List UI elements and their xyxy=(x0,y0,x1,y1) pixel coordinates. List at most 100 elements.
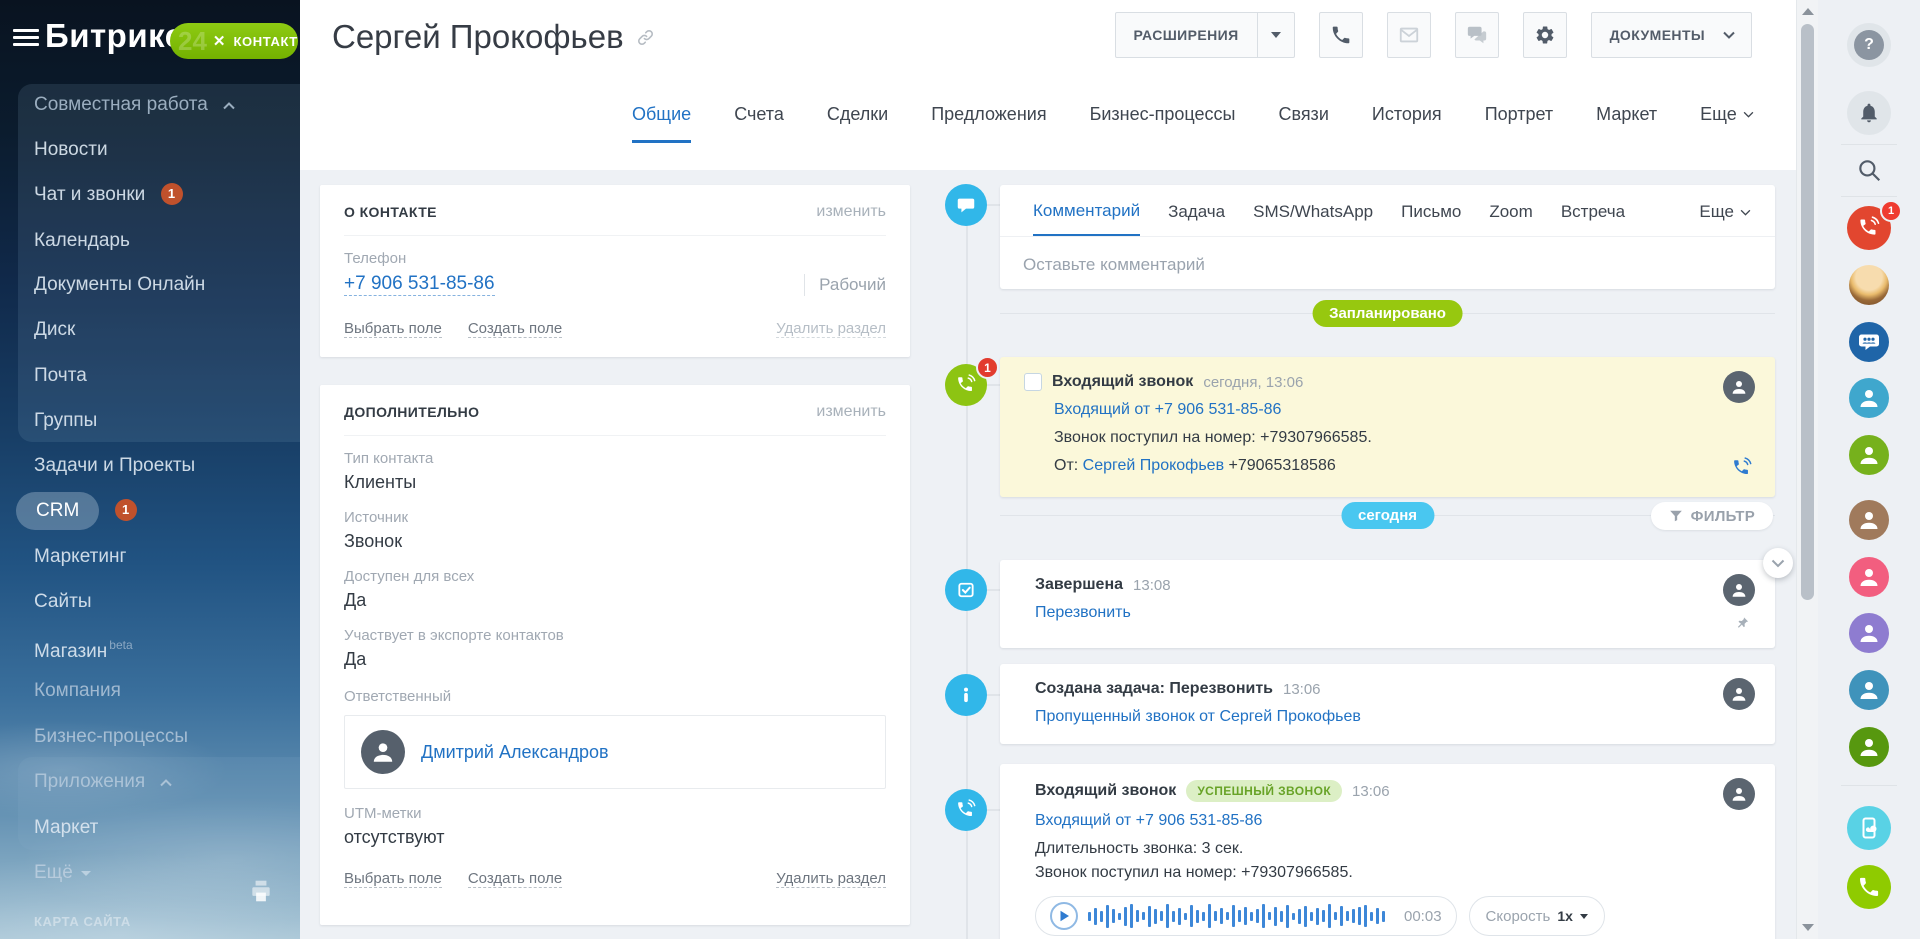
filter-button[interactable]: ФИЛЬТР xyxy=(1651,502,1773,530)
sidebar-group-apps[interactable]: Приложения xyxy=(0,759,300,804)
call-number-line: Звонок поступил на номер: +79307966585. xyxy=(1054,429,1751,447)
sidebar-item-market[interactable]: Маркет xyxy=(0,805,300,850)
user-avatar[interactable] xyxy=(1849,378,1889,418)
user-avatar[interactable] xyxy=(1849,500,1889,540)
responsible-user-link[interactable]: Дмитрий Александров xyxy=(421,742,609,763)
connector-badge[interactable]: 24 ✕ КОНТАКТ xyxy=(170,23,298,59)
create-field-link[interactable]: Создать поле xyxy=(468,870,562,888)
page-scrollbar[interactable] xyxy=(1796,0,1818,939)
contact-phone-link[interactable]: +7 906 531-85-86 xyxy=(344,273,495,296)
copy-link-icon[interactable] xyxy=(636,28,655,47)
callback-icon[interactable] xyxy=(1731,457,1753,479)
field-label: Доступен для всех xyxy=(344,568,886,585)
avatar[interactable] xyxy=(1723,574,1755,606)
edit-link[interactable]: изменить xyxy=(816,403,886,421)
sidebar-item-shop[interactable]: Магазинbeta xyxy=(0,623,300,668)
close-icon[interactable]: ✕ xyxy=(213,32,226,50)
tab-bizproc[interactable]: Бизнес-процессы xyxy=(1090,104,1236,143)
extensions-dropdown[interactable] xyxy=(1257,13,1294,57)
sidebar-item-mail[interactable]: Почта xyxy=(0,353,300,398)
sidebar-item-crm[interactable]: CRM 1 xyxy=(0,488,300,533)
callback-task-link[interactable]: Перезвонить xyxy=(1035,604,1751,622)
menu-toggle-icon[interactable] xyxy=(13,29,39,50)
user-avatar[interactable] xyxy=(1849,727,1889,767)
user-avatar[interactable] xyxy=(1849,557,1889,597)
tab-relations[interactable]: Связи xyxy=(1278,104,1328,143)
playback-speed-control[interactable]: Скорость 1x xyxy=(1469,896,1605,936)
complete-checkbox[interactable] xyxy=(1024,373,1042,391)
person-icon xyxy=(1730,685,1748,703)
tab-quotes[interactable]: Предложения xyxy=(931,104,1046,143)
scroll-down-button[interactable] xyxy=(1763,548,1793,578)
user-avatar[interactable] xyxy=(1849,265,1889,305)
mobile-app-button[interactable] xyxy=(1847,806,1891,850)
sidebar-item-docs-online[interactable]: Документы Онлайн xyxy=(0,262,300,307)
settings-button[interactable] xyxy=(1523,12,1567,58)
scrollbar-thumb[interactable] xyxy=(1801,24,1814,600)
sidebar-item-disk[interactable]: Диск xyxy=(0,307,300,352)
sidebar-item-tasks-projects[interactable]: Задачи и Проекты xyxy=(0,443,300,488)
sidebar-item-sites[interactable]: Сайты xyxy=(0,579,300,624)
select-field-link[interactable]: Выбрать поле xyxy=(344,320,442,338)
contact-link[interactable]: Сергей Прокофьев xyxy=(1083,457,1224,474)
entry-time: 13:06 xyxy=(1283,681,1321,698)
composer-tab-meeting[interactable]: Встреча xyxy=(1561,202,1625,235)
call-widget-button[interactable] xyxy=(1847,865,1891,909)
select-field-link[interactable]: Выбрать поле xyxy=(344,870,442,888)
tab-invoices[interactable]: Счета xyxy=(734,104,784,143)
sidebar-item-calendar[interactable]: Календарь xyxy=(0,218,300,263)
extensions-button[interactable]: РАСШИРЕНИЯ xyxy=(1115,12,1295,58)
composer-tab-comment[interactable]: Комментарий xyxy=(1033,201,1140,236)
tab-general[interactable]: Общие xyxy=(632,104,691,143)
scroll-up-arrow[interactable] xyxy=(1802,8,1814,15)
comment-input[interactable]: Оставьте комментарий xyxy=(1000,237,1775,275)
search-button[interactable] xyxy=(1855,156,1883,184)
tab-profile[interactable]: Портрет xyxy=(1485,104,1553,143)
composer-tab-task[interactable]: Задача xyxy=(1168,202,1225,235)
entry-title[interactable]: Входящий звонок xyxy=(1052,373,1193,391)
tab-history[interactable]: История xyxy=(1372,104,1442,143)
sitemap-link[interactable]: КАРТА САЙТА xyxy=(34,914,131,929)
delete-section-link[interactable]: Удалить раздел xyxy=(776,870,886,888)
pin-icon[interactable] xyxy=(1735,616,1749,630)
delete-section-link[interactable]: Удалить раздел xyxy=(776,320,886,338)
help-button[interactable]: ? xyxy=(1847,23,1891,67)
tab-more[interactable]: Еще xyxy=(1700,104,1754,143)
composer-tab-email[interactable]: Письмо xyxy=(1401,202,1461,235)
sidebar-item-company[interactable]: Компания xyxy=(0,668,300,713)
user-avatar[interactable] xyxy=(1849,435,1889,475)
call-from-link[interactable]: Входящий от +7 906 531-85-86 xyxy=(1035,812,1751,830)
avatar[interactable] xyxy=(1723,778,1755,810)
sidebar-item-groups[interactable]: Группы xyxy=(0,398,300,443)
call-button[interactable] xyxy=(1319,12,1363,58)
composer-tab-more[interactable]: Еще xyxy=(1699,202,1751,235)
sidebar-item-bizproc[interactable]: Бизнес-процессы xyxy=(0,714,300,759)
email-button[interactable] xyxy=(1387,12,1431,58)
documents-button[interactable]: ДОКУМЕНТЫ xyxy=(1591,12,1752,58)
create-field-link[interactable]: Создать поле xyxy=(468,320,562,338)
printer-icon[interactable] xyxy=(248,878,274,904)
call-waveform[interactable] xyxy=(1088,902,1394,930)
sidebar-group-collab[interactable]: Совместная работа xyxy=(0,82,300,127)
composer-tab-sms[interactable]: SMS/WhatsApp xyxy=(1253,202,1373,235)
edit-link[interactable]: изменить xyxy=(816,203,886,221)
user-avatar[interactable] xyxy=(1849,670,1889,710)
avatar[interactable] xyxy=(1723,371,1755,403)
group-chat-button[interactable] xyxy=(1849,322,1889,362)
avatar[interactable] xyxy=(1723,678,1755,710)
play-button[interactable] xyxy=(1050,902,1078,930)
sidebar-item-marketing[interactable]: Маркетинг xyxy=(0,534,300,579)
notifications-button[interactable] xyxy=(1847,91,1891,135)
missed-call-link[interactable]: Пропущенный звонок от Сергей Прокофьев xyxy=(1035,708,1751,726)
scroll-down-arrow[interactable] xyxy=(1802,924,1814,931)
sidebar-item-chat-calls[interactable]: Чат и звонки 1 xyxy=(0,172,300,217)
tab-market[interactable]: Маркет xyxy=(1596,104,1657,143)
panel-title: ДОПОЛНИТЕЛЬНО xyxy=(344,404,479,420)
user-avatar[interactable] xyxy=(1849,613,1889,653)
chat-button[interactable] xyxy=(1455,12,1499,58)
chevron-down-icon xyxy=(1743,111,1754,118)
composer-tab-zoom[interactable]: Zoom xyxy=(1489,202,1532,235)
sidebar-item-news[interactable]: Новости xyxy=(0,127,300,172)
tab-deals[interactable]: Сделки xyxy=(827,104,888,143)
call-from-link[interactable]: Входящий от +7 906 531-85-86 xyxy=(1054,401,1751,419)
